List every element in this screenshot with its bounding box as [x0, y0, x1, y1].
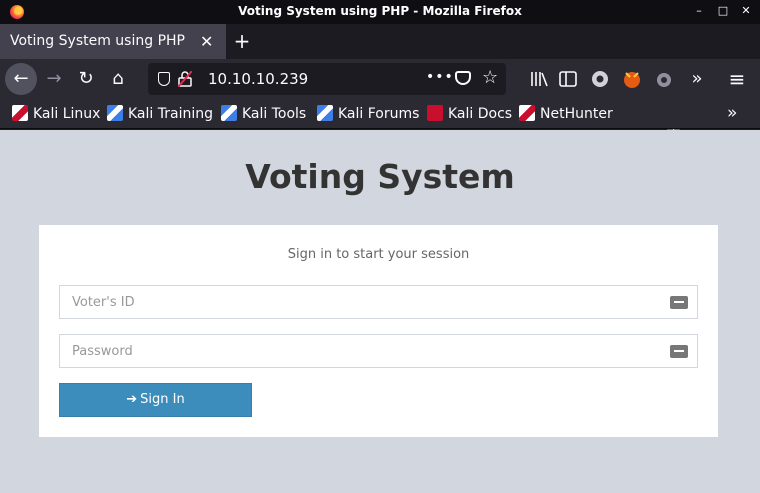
insecure-lock-icon[interactable] — [178, 71, 192, 87]
login-message: Sign in to start your session — [287, 247, 470, 262]
voter-id-field[interactable] — [59, 285, 698, 319]
bookmark-label: Kali Forums — [338, 106, 420, 122]
window-title: Voting System using PHP - Mozilla Firefo… — [238, 4, 522, 18]
bookmark-label: Kali Training — [128, 106, 213, 122]
tab-voting-system[interactable]: Voting System using PHP ✕ — [0, 24, 226, 59]
page-title: Voting System — [245, 157, 515, 196]
url-bar[interactable]: 10.10.10.239 ••• ☆ — [148, 63, 506, 95]
window-titlebar: Voting System using PHP - Mozilla Firefo… — [0, 0, 760, 24]
library-icon[interactable] — [528, 68, 550, 90]
bookmark-kali-tools[interactable]: Kali Tools — [221, 104, 306, 124]
kali-dragon-icon — [12, 105, 28, 121]
password-card-icon — [670, 345, 688, 358]
sign-in-button[interactable]: ➔ Sign In — [59, 383, 252, 417]
bookmarks-toolbar: Kali Linux Kali Training Kali Tools Kali… — [0, 99, 760, 129]
menu-icon[interactable]: ≡ — [726, 68, 748, 90]
sign-in-icon: ➔ — [126, 392, 138, 407]
bookmark-label: NetHunter — [540, 106, 613, 122]
kali-forums-icon — [317, 105, 333, 121]
bookmark-nethunter[interactable]: NetHunter — [519, 104, 613, 124]
bookmark-kali-docs[interactable]: Kali Docs — [427, 104, 512, 124]
account-icon[interactable] — [589, 68, 611, 90]
tab-strip: Voting System using PHP ✕ + — [0, 24, 760, 59]
back-button[interactable]: ← — [5, 63, 37, 95]
minimize-button[interactable]: – — [691, 3, 707, 19]
kali-docs-icon — [427, 105, 443, 121]
new-tab-button[interactable]: + — [232, 28, 252, 54]
page-content: Voting System Sign in to start your sess… — [0, 130, 760, 493]
voter-id-input[interactable] — [60, 286, 660, 318]
navigation-toolbar: ← → ↻ ⌂ 10.10.10.239 ••• ☆ 1 » ≡ — [0, 59, 760, 134]
login-box: Sign in to start your session ➔Sign In — [39, 225, 718, 437]
bookmark-star-icon[interactable]: ☆ — [482, 67, 498, 88]
extension-icon[interactable] — [653, 68, 675, 90]
sidebar-icon[interactable] — [557, 68, 579, 90]
toolbar-overflow-icon[interactable]: » — [686, 68, 708, 90]
bookmark-label: Kali Docs — [448, 106, 513, 122]
bookmark-kali-training[interactable]: Kali Training — [107, 104, 213, 124]
home-button[interactable]: ⌂ — [102, 63, 134, 95]
sign-in-label: Sign In — [140, 392, 185, 407]
password-field[interactable] — [59, 334, 698, 368]
tab-close-icon[interactable]: ✕ — [200, 32, 213, 51]
nethunter-icon — [519, 105, 535, 121]
page-actions-icon[interactable]: ••• — [426, 69, 454, 85]
tab-title: Voting System using PHP — [10, 33, 185, 49]
forward-button[interactable]: → — [38, 63, 70, 95]
foxyproxy-extension-icon[interactable] — [621, 68, 643, 90]
maximize-button[interactable]: □ — [715, 3, 731, 19]
password-input[interactable] — [60, 335, 660, 367]
kali-training-icon — [107, 105, 123, 121]
bookmark-kali-linux[interactable]: Kali Linux — [12, 104, 100, 124]
bookmarks-overflow-icon[interactable]: » — [727, 103, 737, 123]
url-text[interactable]: 10.10.10.239 — [208, 70, 308, 88]
kali-tools-icon — [221, 105, 237, 121]
tracking-shield-icon[interactable] — [158, 72, 170, 86]
reload-button[interactable]: ↻ — [70, 63, 102, 95]
bookmark-kali-forums[interactable]: Kali Forums — [317, 104, 419, 124]
id-card-icon — [670, 296, 688, 309]
pocket-icon[interactable] — [455, 71, 471, 85]
bookmark-label: Kali Linux — [33, 106, 101, 122]
bookmark-label: Kali Tools — [242, 106, 307, 122]
close-window-button[interactable]: ✕ — [738, 3, 754, 19]
